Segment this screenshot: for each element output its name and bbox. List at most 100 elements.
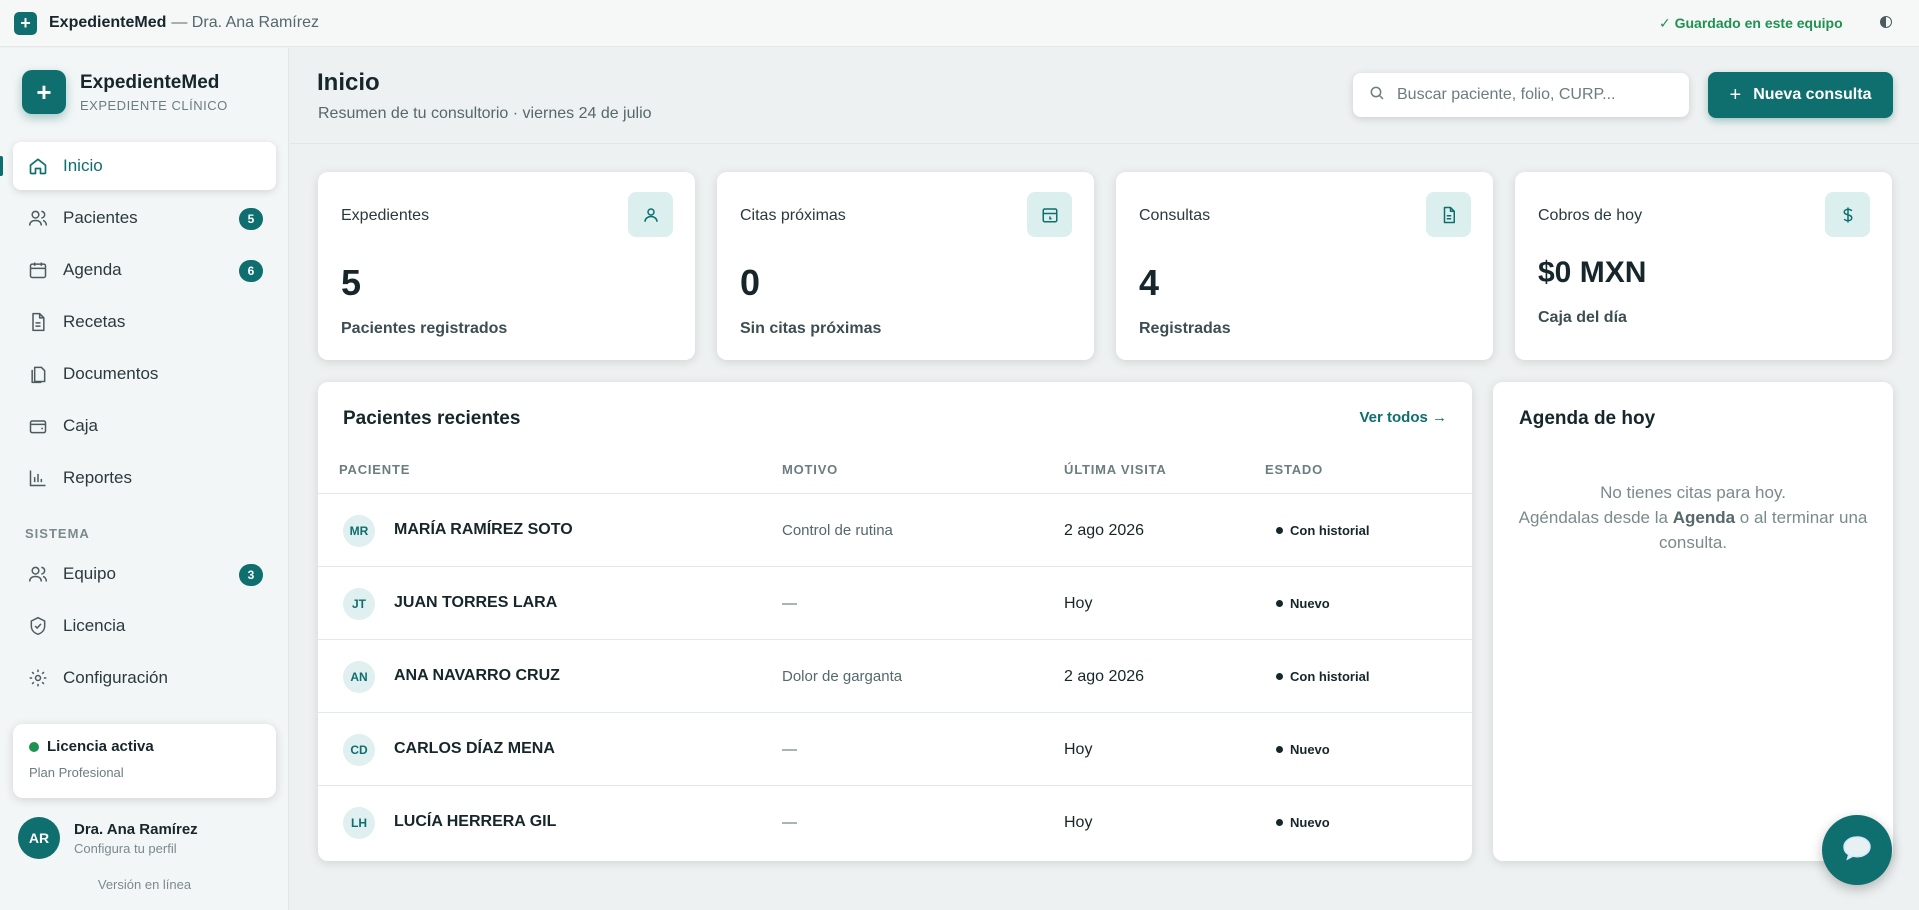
sidebar-item-configuracion[interactable]: Configuración	[13, 654, 276, 702]
license-card[interactable]: Licencia activa Plan Profesional	[13, 724, 276, 798]
user-icon	[628, 192, 673, 237]
new-consultation-button[interactable]: + Nueva consulta	[1708, 72, 1893, 118]
brand: + ExpedienteMed EXPEDIENTE CLÍNICO	[22, 70, 228, 114]
recent-patients-title: Pacientes recientes	[343, 408, 521, 429]
sidebar-item-recetas[interactable]: Recetas	[13, 298, 276, 346]
visit-reason: —	[782, 595, 797, 612]
avatar: JT	[343, 588, 375, 620]
avatar: CD	[343, 734, 375, 766]
team-icon	[27, 563, 49, 585]
sidebar-item-documentos[interactable]: Documentos	[13, 350, 276, 398]
stat-card-expedientes[interactable]: Expedientes 5 Pacientes registrados	[318, 172, 695, 360]
stat-value: $0 MXN	[1538, 256, 1647, 289]
avatar: AR	[18, 817, 60, 859]
version-label: Versión en línea	[97, 877, 192, 892]
brand-name: ExpedienteMed	[80, 71, 220, 93]
stat-caption: Registradas	[1139, 320, 1231, 337]
table-row[interactable]: MR MARÍA RAMÍREZ SOTO Control de rutina …	[318, 493, 1472, 566]
plus-icon: +	[1729, 84, 1742, 106]
app-logo-icon: +	[14, 11, 37, 35]
stat-caption: Pacientes registrados	[341, 320, 508, 337]
visit-reason: —	[782, 814, 797, 831]
home-icon	[27, 155, 49, 177]
status-badge: Con historial	[1276, 523, 1369, 538]
visit-reason: —	[782, 741, 797, 758]
document-icon	[1426, 192, 1471, 237]
count-badge: 6	[239, 260, 263, 282]
brand-subtitle: EXPEDIENTE CLÍNICO	[80, 97, 228, 113]
agenda-link[interactable]: Agenda	[1673, 508, 1735, 527]
agenda-empty-message: No tienes citas para hoy. Agéndalas desd…	[1518, 483, 1868, 552]
avatar: AN	[343, 661, 375, 693]
contrast-icon[interactable]	[1880, 16, 1892, 28]
visit-reason: Control de rutina	[782, 522, 893, 539]
sidebar-item-label: Pacientes	[63, 208, 138, 227]
sidebar-item-label: Caja	[63, 416, 98, 435]
last-visit: Hoy	[1064, 595, 1093, 612]
search-box[interactable]	[1353, 73, 1689, 117]
gear-icon	[27, 667, 49, 689]
stat-card-cobros[interactable]: Cobros de hoy $0 MXN Caja del día	[1515, 172, 1892, 360]
search-input[interactable]	[1397, 86, 1667, 104]
chat-button[interactable]	[1822, 815, 1892, 885]
see-all-link[interactable]: Ver todos →	[1359, 409, 1447, 426]
table-row[interactable]: AN ANA NAVARRO CRUZ Dolor de garganta 2 …	[318, 639, 1472, 712]
status-badge: Con historial	[1276, 669, 1369, 684]
stat-label: Citas próximas	[740, 207, 846, 224]
sidebar-item-pacientes[interactable]: Pacientes 5	[13, 194, 276, 242]
last-visit: Hoy	[1064, 814, 1093, 831]
stat-card-citas[interactable]: Citas próximas 0 Sin citas próximas	[717, 172, 1094, 360]
stat-label: Consultas	[1139, 207, 1211, 224]
stat-label: Cobros de hoy	[1538, 207, 1643, 224]
visit-reason: Dolor de garganta	[782, 668, 903, 685]
license-plan: Plan Profesional	[29, 765, 124, 780]
agenda-title: Agenda de hoy	[1519, 408, 1656, 429]
sidebar-item-label: Agenda	[63, 260, 122, 279]
stat-value: 5	[341, 262, 362, 303]
sidebar-item-label: Reportes	[63, 468, 132, 487]
patient-name: JUAN TORRES LARA	[394, 594, 558, 611]
avatar: MR	[343, 515, 375, 547]
calendar-icon	[1027, 192, 1072, 237]
app-subtitle: — Dra. Ana Ramírez	[171, 14, 319, 31]
user-name: Dra. Ana Ramírez	[74, 820, 198, 838]
shield-check-icon	[27, 615, 49, 637]
dollar-icon	[1825, 192, 1870, 237]
chat-bubble-icon	[1841, 834, 1873, 867]
brand-logo-icon: +	[22, 70, 66, 114]
calendar-icon	[27, 259, 49, 281]
saved-status: ✓ Guardado en este equipo	[1659, 15, 1843, 31]
patient-name: MARÍA RAMÍREZ SOTO	[394, 521, 573, 538]
sidebar-item-caja[interactable]: Caja	[13, 402, 276, 450]
sidebar-item-licencia[interactable]: Licencia	[13, 602, 276, 650]
sidebar-item-reportes[interactable]: Reportes	[13, 454, 276, 502]
stat-card-consultas[interactable]: Consultas 4 Registradas	[1116, 172, 1493, 360]
stat-caption: Sin citas próximas	[740, 320, 882, 337]
avatar: LH	[343, 807, 375, 839]
sidebar-item-agenda[interactable]: Agenda 6	[13, 246, 276, 294]
status-dot	[29, 741, 39, 752]
app-title: ExpedienteMed	[49, 14, 167, 31]
sidebar-item-label: Configuración	[63, 668, 168, 687]
stat-value: 0	[740, 262, 761, 303]
users-icon	[27, 207, 49, 229]
bar-chart-icon	[27, 467, 49, 489]
sidebar-item-equipo[interactable]: Equipo 3	[13, 550, 276, 598]
sidebar-item-inicio[interactable]: Inicio	[13, 142, 276, 190]
user-profile[interactable]: AR Dra. Ana Ramírez Configura tu perfil	[18, 817, 198, 859]
title-bar: + ExpedienteMed — Dra. Ana Ramírez ✓ Gua…	[0, 0, 1919, 47]
license-title: Licencia activa	[47, 738, 154, 755]
table-row[interactable]: CD CARLOS DÍAZ MENA — Hoy Nuevo	[318, 712, 1472, 785]
recent-patients-panel: Pacientes recientes Ver todos → PACIENTE…	[318, 382, 1472, 861]
header-divider	[290, 143, 1919, 144]
table-row[interactable]: JT JUAN TORRES LARA — Hoy Nuevo	[318, 566, 1472, 639]
last-visit: 2 ago 2026	[1064, 668, 1145, 685]
stat-value: 4	[1139, 262, 1160, 303]
status-badge: Nuevo	[1276, 742, 1330, 757]
active-indicator	[0, 156, 3, 176]
table-row[interactable]: LH LUCÍA HERRERA GIL — Hoy Nuevo	[318, 785, 1472, 858]
status-badge: Nuevo	[1276, 815, 1330, 830]
documents-icon	[27, 363, 49, 385]
last-visit: Hoy	[1064, 741, 1093, 758]
status-badge: Nuevo	[1276, 596, 1330, 611]
